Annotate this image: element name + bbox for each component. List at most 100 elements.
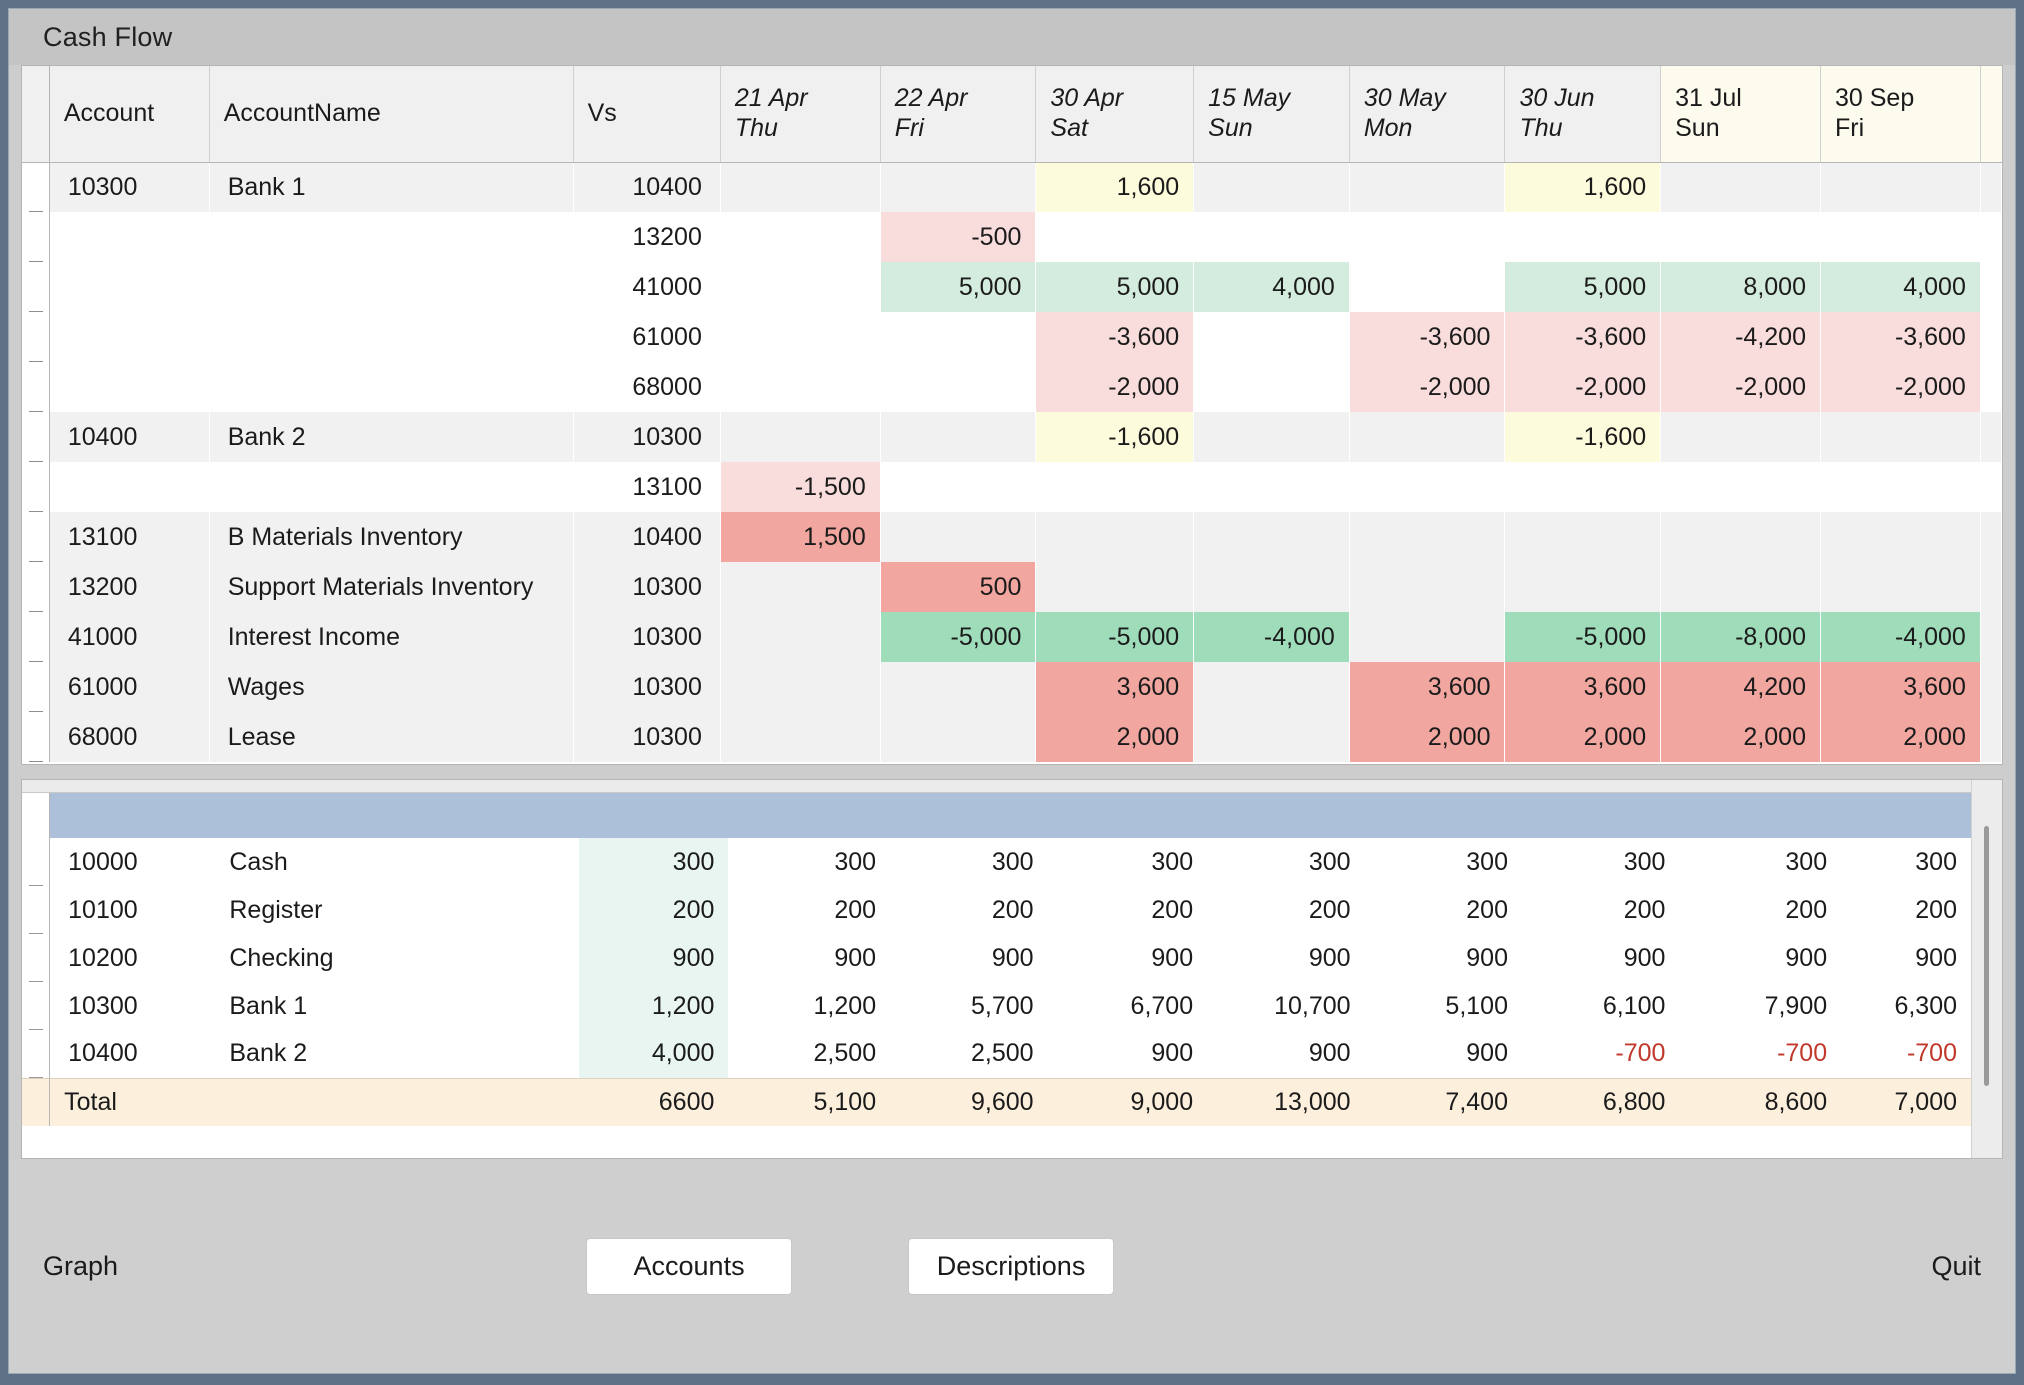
cell-balance[interactable]: 200 xyxy=(890,886,1047,934)
row-gutter[interactable] xyxy=(22,1030,50,1078)
cell-account-name[interactable]: B Materials Inventory xyxy=(209,512,573,562)
cell-vs[interactable]: 10300 xyxy=(573,612,720,662)
row-gutter[interactable] xyxy=(22,712,49,762)
cell-account[interactable] xyxy=(49,262,209,312)
cell-account[interactable]: 10000 xyxy=(50,838,212,886)
cell-balance[interactable]: 300 xyxy=(1048,838,1208,886)
cell-amount[interactable] xyxy=(720,312,880,362)
cell-amount[interactable] xyxy=(1194,462,1350,512)
cell-amount[interactable] xyxy=(880,162,1036,212)
column-header-accountname[interactable]: AccountName xyxy=(209,66,573,162)
cell-account-name[interactable] xyxy=(209,312,573,362)
cell-amount[interactable] xyxy=(1349,262,1505,312)
cell-amount[interactable] xyxy=(1036,462,1194,512)
cell-balance[interactable]: -700 xyxy=(1841,1030,1971,1078)
cell-account-name[interactable]: Checking xyxy=(211,934,579,982)
cell-amount[interactable] xyxy=(1661,512,1821,562)
cell-balance[interactable]: 900 xyxy=(1207,934,1364,982)
column-header-account[interactable]: Account xyxy=(49,66,209,162)
cell-balance[interactable]: 200 xyxy=(1365,886,1522,934)
table-row[interactable]: 61000Wages103003,6003,6003,6004,2003,600 xyxy=(22,662,2002,712)
cell-account[interactable]: 68000 xyxy=(49,712,209,762)
cell-amount[interactable]: 4,200 xyxy=(1661,662,1821,712)
cell-balance[interactable]: 1,200 xyxy=(728,982,890,1030)
row-gutter[interactable] xyxy=(22,512,49,562)
cell-account-name[interactable]: Bank 2 xyxy=(209,412,573,462)
cell-account-name[interactable] xyxy=(209,262,573,312)
table-row[interactable]: 10300Bank 11,2001,2005,7006,70010,7005,1… xyxy=(22,982,1971,1030)
cell-account-name[interactable]: Bank 1 xyxy=(209,162,573,212)
column-header-21-apr[interactable]: 21 AprThu xyxy=(720,66,880,162)
cell-amount[interactable] xyxy=(1349,562,1505,612)
cell-account-name[interactable]: Bank 1 xyxy=(211,982,579,1030)
cell-amount[interactable] xyxy=(880,462,1036,512)
cell-amount[interactable]: 5,000 xyxy=(1505,262,1661,312)
cell-account-name[interactable] xyxy=(209,362,573,412)
cell-amount[interactable] xyxy=(720,612,880,662)
cell-amount[interactable] xyxy=(1820,562,1980,612)
cell-amount[interactable] xyxy=(1661,212,1821,262)
table-row[interactable]: 68000Lease103002,0002,0002,0002,0002,000 xyxy=(22,712,2002,762)
cell-amount[interactable]: -500 xyxy=(880,212,1036,262)
cell-amount[interactable]: 3,600 xyxy=(1820,662,1980,712)
cell-vs[interactable]: 10300 xyxy=(573,562,720,612)
cell-amount[interactable] xyxy=(880,712,1036,762)
cell-balance[interactable]: -700 xyxy=(1522,1030,1679,1078)
cell-amount[interactable]: 500 xyxy=(880,562,1036,612)
cell-amount[interactable]: 8,000 xyxy=(1661,262,1821,312)
cell-amount[interactable]: -4,000 xyxy=(1194,612,1350,662)
cell-balance[interactable]: 6,700 xyxy=(1048,982,1208,1030)
cell-account[interactable]: 10300 xyxy=(49,162,209,212)
cell-account-name[interactable] xyxy=(209,462,573,512)
row-gutter[interactable] xyxy=(22,362,49,412)
cell-amount[interactable] xyxy=(1194,362,1350,412)
cell-amount[interactable]: 3,600 xyxy=(1505,662,1661,712)
cell-amount[interactable] xyxy=(1349,162,1505,212)
cell-amount[interactable] xyxy=(1661,412,1821,462)
row-gutter[interactable] xyxy=(22,462,49,512)
cell-balance[interactable]: 900 xyxy=(1522,934,1679,982)
transactions-grid[interactable]: AccountAccountNameVs21 AprThu22 AprFri30… xyxy=(21,65,2003,765)
cell-balance[interactable]: 300 xyxy=(1365,838,1522,886)
cell-amount[interactable] xyxy=(880,512,1036,562)
cell-balance[interactable]: 900 xyxy=(1048,1030,1208,1078)
cell-account-name[interactable]: Interest Income xyxy=(209,612,573,662)
cell-amount[interactable] xyxy=(720,212,880,262)
accounts-button[interactable]: Accounts xyxy=(586,1238,792,1295)
cell-balance[interactable]: 2,500 xyxy=(890,1030,1047,1078)
table-row[interactable]: 10200Checking900900900900900900900900900 xyxy=(22,934,1971,982)
cell-balance[interactable]: 4,000 xyxy=(579,1030,728,1078)
cell-balance[interactable]: 6,100 xyxy=(1522,982,1679,1030)
cell-vs[interactable]: 10400 xyxy=(573,162,720,212)
column-header-30-sep[interactable]: 30 SepFri xyxy=(1820,66,1980,162)
cell-amount[interactable]: -2,000 xyxy=(1820,362,1980,412)
cell-balance[interactable]: 900 xyxy=(1841,934,1971,982)
cell-balance[interactable]: 200 xyxy=(1048,886,1208,934)
cell-account[interactable]: 10300 xyxy=(50,982,212,1030)
cell-amount[interactable] xyxy=(880,412,1036,462)
column-header-30-may[interactable]: 30 MayMon xyxy=(1349,66,1505,162)
cell-account-name[interactable]: Lease xyxy=(209,712,573,762)
cell-balance[interactable]: 900 xyxy=(890,934,1047,982)
cell-amount[interactable] xyxy=(1194,412,1350,462)
cell-amount[interactable]: -5,000 xyxy=(1036,612,1194,662)
cell-balance[interactable]: 200 xyxy=(1679,886,1841,934)
cell-account[interactable]: 10400 xyxy=(49,412,209,462)
cell-amount[interactable] xyxy=(1194,662,1350,712)
splitter-bar[interactable] xyxy=(22,780,1971,792)
cell-balance[interactable]: 900 xyxy=(1207,1030,1364,1078)
cell-balance[interactable]: 2,500 xyxy=(728,1030,890,1078)
cell-amount[interactable]: 2,000 xyxy=(1349,712,1505,762)
row-gutter[interactable] xyxy=(22,886,50,934)
cell-account-name[interactable]: Wages xyxy=(209,662,573,712)
cell-balance[interactable]: 900 xyxy=(1365,1030,1522,1078)
cell-amount[interactable] xyxy=(720,412,880,462)
cell-amount[interactable] xyxy=(1505,562,1661,612)
cell-amount[interactable] xyxy=(880,362,1036,412)
cell-vs[interactable]: 13100 xyxy=(573,462,720,512)
cell-account[interactable]: 61000 xyxy=(49,662,209,712)
cell-amount[interactable] xyxy=(1036,512,1194,562)
table-row[interactable]: 10000Cash300300300300300300300300300 xyxy=(22,838,1971,886)
cell-balance[interactable]: 5,100 xyxy=(1365,982,1522,1030)
cell-amount[interactable]: 2,000 xyxy=(1505,712,1661,762)
